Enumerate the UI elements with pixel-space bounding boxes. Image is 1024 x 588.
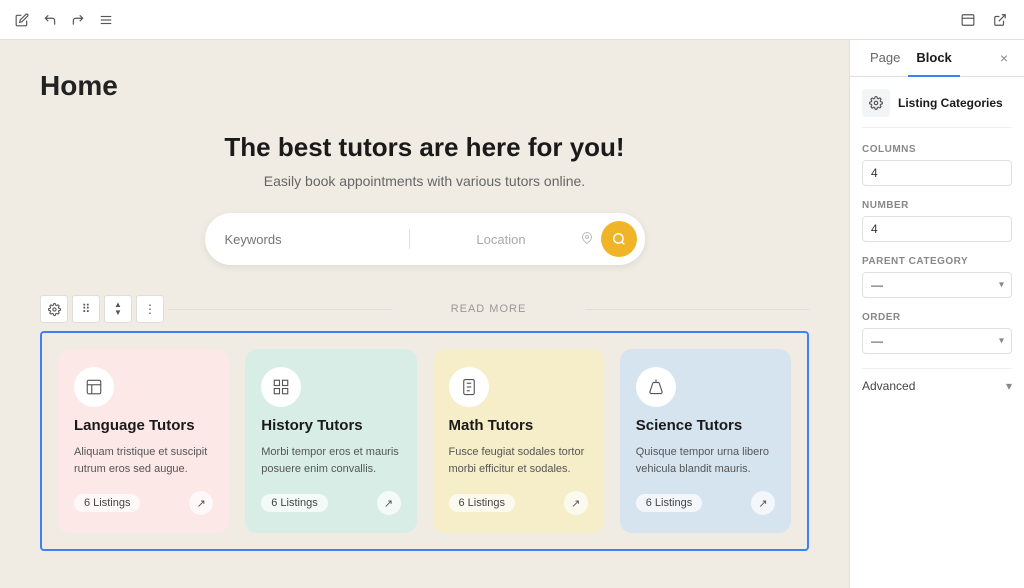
canvas-area: Home The best tutors are here for you! E… — [0, 40, 849, 588]
order-select[interactable]: — — [862, 328, 1012, 354]
category-card-science: Science Tutors Quisque tempor urna liber… — [620, 349, 791, 533]
external-link-icon[interactable] — [988, 8, 1012, 32]
card-desc-history: Morbi tempor eros et mauris posuere enim… — [261, 444, 400, 477]
undo-icon[interactable] — [40, 10, 60, 30]
search-button[interactable] — [601, 221, 637, 257]
card-arrow-math[interactable]: ↗ — [564, 491, 588, 515]
listings-badge-language: 6 Listings — [74, 494, 140, 512]
block-settings-btn[interactable] — [40, 295, 68, 323]
category-card-math: Math Tutors Fusce feugiat sodales tortor… — [433, 349, 604, 533]
panel-block-name: Listing Categories — [898, 96, 1003, 110]
listings-badge-math: 6 Listings — [449, 494, 515, 512]
window-icon[interactable] — [956, 8, 980, 32]
card-icon-math — [449, 367, 489, 407]
hero-heading: The best tutors are here for you! — [40, 132, 809, 163]
tab-page[interactable]: Page — [862, 40, 908, 77]
category-card-language: Language Tutors Aliquam tristique et sus… — [58, 349, 229, 533]
columns-label: COLUMNS — [862, 144, 1012, 155]
number-field: NUMBER — [862, 200, 1012, 242]
categories-grid: Language Tutors Aliquam tristique et sus… — [40, 331, 809, 551]
search-location: Location — [418, 231, 593, 248]
keywords-input[interactable] — [225, 232, 401, 247]
card-icon-history — [261, 367, 301, 407]
panel-block-header: Listing Categories — [862, 89, 1012, 128]
list-icon[interactable] — [96, 10, 116, 30]
panel-block-icon — [862, 89, 890, 117]
search-divider — [409, 229, 410, 249]
card-desc-science: Quisque tempor urna libero vehicula blan… — [636, 444, 775, 477]
panel-close-button[interactable]: × — [996, 46, 1012, 70]
parent-category-select[interactable]: — — [862, 272, 1012, 298]
main-layout: Home The best tutors are here for you! E… — [0, 40, 1024, 588]
parent-category-select-wrap: — — [862, 272, 1012, 298]
advanced-section[interactable]: Advanced ▾ — [862, 368, 1012, 403]
order-select-wrap: — — [862, 328, 1012, 354]
block-toolbar-row: ⠿ ▲▼ ⋮ READ MORE — [40, 295, 809, 323]
columns-input[interactable] — [862, 160, 1012, 186]
number-input[interactable] — [862, 216, 1012, 242]
right-panel: Page Block × Listing Categories COLUMNS … — [849, 40, 1024, 588]
order-field: ORDER — — [862, 312, 1012, 354]
order-label: ORDER — [862, 312, 1012, 323]
read-more-label: READ MORE — [168, 303, 809, 315]
advanced-chevron-icon: ▾ — [1006, 379, 1012, 393]
advanced-label: Advanced — [862, 379, 915, 393]
columns-field: COLUMNS — [862, 144, 1012, 186]
location-text: Location — [428, 232, 575, 247]
edit-icon[interactable] — [12, 10, 32, 30]
hero-section: The best tutors are here for you! Easily… — [40, 132, 809, 265]
card-title-language: Language Tutors — [74, 417, 213, 434]
toolbar-right — [956, 8, 1012, 32]
location-icon — [581, 231, 593, 248]
card-title-science: Science Tutors — [636, 417, 775, 434]
card-arrow-language[interactable]: ↗ — [189, 491, 213, 515]
card-icon-language — [74, 367, 114, 407]
card-arrow-science[interactable]: ↗ — [751, 491, 775, 515]
block-menu-btn[interactable]: ⋮ — [136, 295, 164, 323]
panel-body: Listing Categories COLUMNS NUMBER PARENT… — [850, 77, 1024, 588]
block-drag-btn[interactable]: ⠿ — [72, 295, 100, 323]
card-footer-math: 6 Listings ↗ — [449, 491, 588, 515]
card-footer-language: 6 Listings ↗ — [74, 491, 213, 515]
card-icon-science — [636, 367, 676, 407]
card-title-history: History Tutors — [261, 417, 400, 434]
redo-icon[interactable] — [68, 10, 88, 30]
number-label: NUMBER — [862, 200, 1012, 211]
block-move-btn[interactable]: ▲▼ — [104, 295, 132, 323]
main-toolbar — [0, 0, 1024, 40]
tab-block[interactable]: Block — [908, 40, 959, 77]
category-card-history: History Tutors Morbi tempor eros et maur… — [245, 349, 416, 533]
card-footer-history: 6 Listings ↗ — [261, 491, 400, 515]
hero-subtext: Easily book appointments with various tu… — [40, 173, 809, 189]
search-bar: Location — [205, 213, 645, 265]
listings-badge-science: 6 Listings — [636, 494, 702, 512]
card-arrow-history[interactable]: ↗ — [377, 491, 401, 515]
parent-category-label: PARENT CATEGORY — [862, 256, 1012, 267]
page-title: Home — [40, 70, 809, 102]
parent-category-field: PARENT CATEGORY — — [862, 256, 1012, 298]
card-footer-science: 6 Listings ↗ — [636, 491, 775, 515]
listings-badge-history: 6 Listings — [261, 494, 327, 512]
panel-tabs: Page Block × — [850, 40, 1024, 77]
card-title-math: Math Tutors — [449, 417, 588, 434]
card-desc-math: Fusce feugiat sodales tortor morbi effic… — [449, 444, 588, 477]
card-desc-language: Aliquam tristique et suscipit rutrum ero… — [74, 444, 213, 477]
